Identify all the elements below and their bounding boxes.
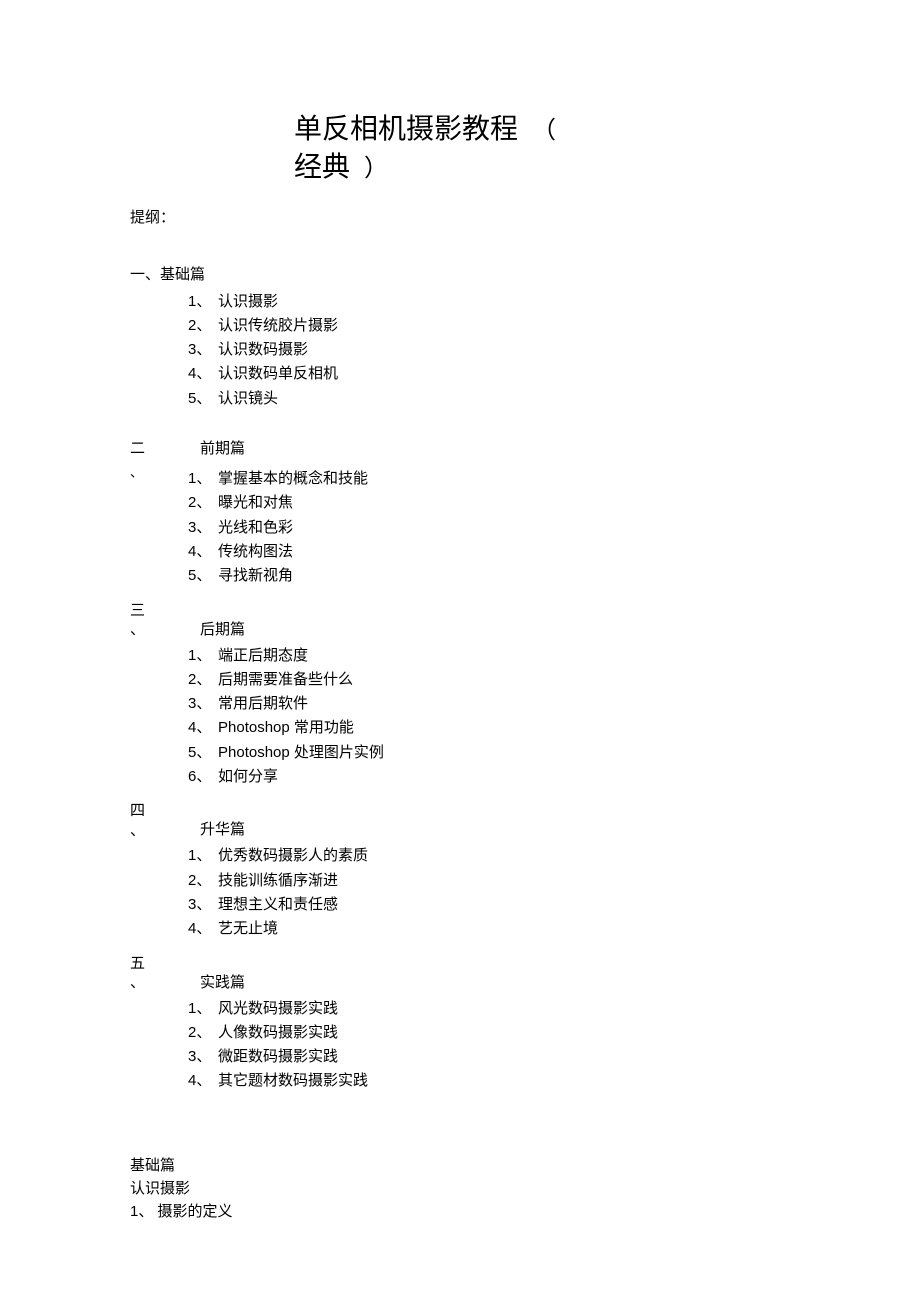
section-sep: 、 (130, 620, 150, 640)
list-item: 1、掌握基本的概念和技能 (188, 467, 790, 491)
section-marker: 一、 (130, 263, 150, 284)
paren-close: ） (364, 155, 388, 182)
section-title: 实践篇 (200, 954, 245, 993)
list-item: 2、曝光和对焦 (188, 491, 790, 515)
section-4: 四 、 升华篇 1、优秀数码摄影人的素质 2、技能训练循序渐进 3、理想主义和责… (130, 801, 790, 941)
section-5: 五 、 实践篇 1、风光数码摄影实践 2、人像数码摄影实践 3、微距数码摄影实践… (130, 954, 790, 1094)
list-item: 2、技能训练循序渐进 (188, 869, 790, 893)
body-line: 1、 摄影的定义 (130, 1200, 790, 1223)
section-marker: 四 (130, 801, 150, 821)
list-item: 6、如何分享 (188, 765, 790, 789)
section-title: 前期篇 (200, 437, 245, 458)
section-title: 升华篇 (200, 801, 245, 840)
paren-open: （ (532, 117, 556, 144)
list-item: 3、认识数码摄影 (188, 338, 790, 362)
section-1: 一、 基础篇 1、认识摄影 2、认识传统胶片摄影 3、认识数码摄影 4、认识数码… (130, 263, 790, 411)
list-item: 5、寻找新视角 (188, 564, 790, 588)
list-item: 2、认识传统胶片摄影 (188, 314, 790, 338)
body-text: 基础篇 认识摄影 1、 摄影的定义 (130, 1154, 790, 1224)
list-item: 4、艺无止境 (188, 917, 790, 941)
outline-label: 提纲： (130, 206, 790, 227)
list-item: 5、Photoshop 处理图片实例 (188, 741, 790, 765)
list-item: 1、风光数码摄影实践 (188, 997, 790, 1021)
list-item: 3、微距数码摄影实践 (188, 1045, 790, 1069)
title-line1: 单反相机摄影教程 (294, 113, 518, 144)
section-marker: 二 (130, 437, 150, 458)
list-item: 1、端正后期态度 (188, 644, 790, 668)
title-line2: 经典 (294, 151, 350, 182)
list-item: 4、认识数码单反相机 (188, 362, 790, 386)
list-item: 4、传统构图法 (188, 540, 790, 564)
list-item: 4、Photoshop 常用功能 (188, 716, 790, 740)
section-marker: 三 (130, 601, 150, 621)
list-item: 2、人像数码摄影实践 (188, 1021, 790, 1045)
list-item: 2、后期需要准备些什么 (188, 668, 790, 692)
list-item: 4、其它题材数码摄影实践 (188, 1069, 790, 1093)
list-item: 3、理想主义和责任感 (188, 893, 790, 917)
list-item: 3、常用后期软件 (188, 692, 790, 716)
list-item: 3、光线和色彩 (188, 516, 790, 540)
body-heading-2: 认识摄影 (130, 1177, 790, 1200)
list-item: 1、认识摄影 (188, 290, 790, 314)
section-title: 后期篇 (200, 601, 245, 640)
section-2: 二 前期篇 、 1、掌握基本的概念和技能 2、曝光和对焦 3、光线和色彩 4、传… (130, 437, 790, 588)
section-sep: 、 (130, 821, 150, 841)
list-item: 5、认识镜头 (188, 387, 790, 411)
section-title: 基础篇 (160, 263, 205, 284)
section-3: 三 、 后期篇 1、端正后期态度 2、后期需要准备些什么 3、常用后期软件 4、… (130, 601, 790, 790)
list-item: 1、优秀数码摄影人的素质 (188, 844, 790, 868)
body-heading-1: 基础篇 (130, 1154, 790, 1177)
section-sep: 、 (130, 973, 150, 993)
section-marker: 五 (130, 954, 150, 974)
document-title: 单反相机摄影教程 （ 经典 ） (294, 110, 790, 186)
